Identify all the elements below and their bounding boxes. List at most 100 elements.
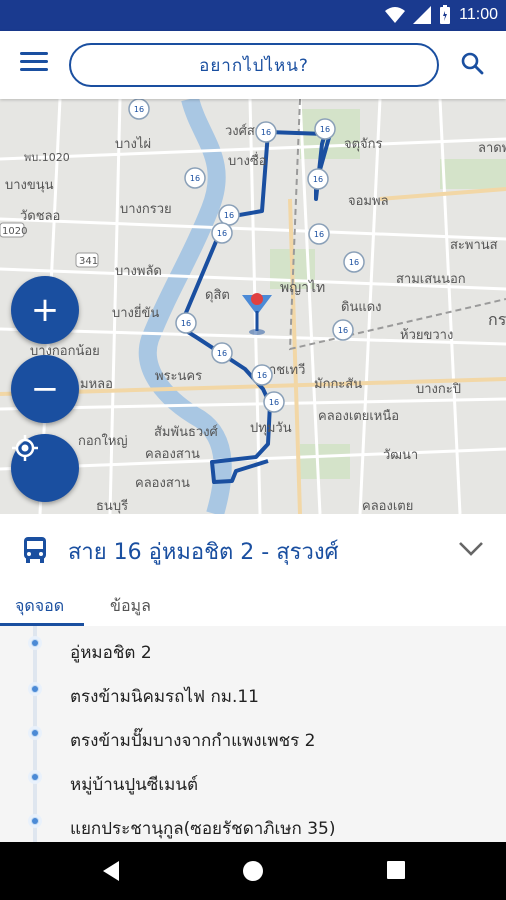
battery-icon <box>440 5 451 24</box>
minus-icon: − <box>30 369 60 409</box>
bus-stop-marker-icon[interactable]: 16 <box>255 121 277 143</box>
stop-list[interactable]: อู่หมอชิต 2 ตรงข้ามนิคมรถไฟ กม.11 ตรงข้า… <box>0 626 506 842</box>
app-bar: อยากไปไหน? <box>0 31 506 99</box>
map-park <box>440 159 506 189</box>
map-label: กอกใหญ่ <box>78 433 128 449</box>
bus-stop-marker-icon[interactable]: 16 <box>184 167 206 189</box>
list-item[interactable]: แยกประชานุกูล(ซอยรัชดาภิเษก 35) <box>0 802 506 842</box>
map-label: บางไผ่ <box>115 136 151 152</box>
bus-stop-marker-icon[interactable]: 16 <box>211 342 233 364</box>
tab-info[interactable]: ข้อมูล <box>110 594 151 619</box>
bus-stop-marker-icon[interactable]: 16 <box>332 319 354 341</box>
map-label: ลาดพ <box>478 141 506 156</box>
system-nav-bar <box>0 842 506 900</box>
status-bar: 11:00 <box>0 0 506 31</box>
map-label: พบ.1020 <box>24 151 70 164</box>
map-label: พระนคร <box>155 369 202 384</box>
search-placeholder: อยากไปไหน? <box>199 55 309 76</box>
status-time: 11:00 <box>459 6 498 23</box>
list-item[interactable]: อู่หมอชิต 2 <box>0 626 506 670</box>
bus-stop-number: 16 <box>190 174 200 183</box>
road-shields: 1020 341 <box>0 222 99 268</box>
status-icons: 11:00 <box>385 5 498 25</box>
bus-stop-marker-icon[interactable]: 16 <box>263 391 285 413</box>
bus-stop-number: 16 <box>349 258 359 267</box>
crosshair-icon <box>12 435 38 461</box>
back-icon[interactable] <box>101 860 121 882</box>
map-label: คลองสาน <box>135 476 190 491</box>
zoom-in-button[interactable]: + <box>11 276 79 344</box>
map-label: ธนบุรี <box>96 498 128 514</box>
stop-name: ตรงข้ามนิคมรถไฟ กม.11 <box>70 687 259 707</box>
stop-name: แยกประชานุกูล(ซอยรัชดาภิเษก 35) <box>70 819 336 839</box>
tab-stops[interactable]: จุดจอด <box>15 594 64 619</box>
road-shield-label: 1020 <box>2 226 27 237</box>
stop-dot-icon <box>28 682 42 696</box>
bus-stop-number: 16 <box>224 211 234 220</box>
bus-stop-number: 16 <box>181 319 191 328</box>
stop-dot-icon <box>28 770 42 784</box>
map-label: ดุสิต <box>205 288 230 303</box>
menu-button[interactable] <box>20 52 48 76</box>
hamburger-icon-line <box>20 52 48 55</box>
map-label: สะพานส <box>450 238 498 253</box>
map-label: บางกรวย <box>120 202 172 217</box>
destination-pin-icon[interactable] <box>242 293 272 335</box>
bus-stop-marker-icon[interactable]: 16 <box>175 312 197 334</box>
my-location-button[interactable] <box>11 434 79 502</box>
search-input[interactable]: อยากไปไหน? <box>69 43 439 87</box>
bus-stop-number: 16 <box>134 105 144 114</box>
stop-dot-icon <box>28 636 42 650</box>
map-label: บางพลัด <box>115 264 162 279</box>
map-label: จตุจักร <box>344 137 383 152</box>
chevron-down-icon[interactable] <box>458 540 484 558</box>
bus-stop-number: 16 <box>338 326 348 335</box>
map-label: จอมพล <box>348 194 389 209</box>
map-label: บางกะปิ <box>416 382 461 397</box>
bus-stop-marker-icon[interactable]: 16 <box>251 364 273 386</box>
list-item[interactable]: ตรงข้ามนิคมรถไฟ กม.11 <box>0 670 506 714</box>
map-label: ห้วยขวาง <box>400 328 453 343</box>
bus-stop-number: 16 <box>320 125 330 134</box>
map-label: บางขนุน <box>5 178 54 193</box>
map-label: สามเสนนอก <box>396 272 466 287</box>
bus-stop-number: 16 <box>261 128 271 137</box>
stop-dot-icon <box>28 814 42 828</box>
bus-stop-number: 16 <box>269 398 279 407</box>
list-item[interactable]: ตรงข้ามปั๊มบางจากกำแพงเพชร 2 <box>0 714 506 758</box>
signal-icon <box>413 6 432 24</box>
map-label: วัดชลอ <box>20 209 60 224</box>
stop-dot-icon <box>28 726 42 740</box>
map-view[interactable]: วงศ์สว่าง จตุจักร ลาดพ บางไผ่ บางซื่อ พบ… <box>0 99 506 514</box>
list-item[interactable]: หมู่บ้านปูนซีเมนต์ <box>0 758 506 802</box>
bus-stop-marker-icon[interactable]: 16 <box>343 251 365 273</box>
bus-stop-marker-icon[interactable]: 16 <box>308 223 330 245</box>
hamburger-icon-line <box>20 68 48 71</box>
route-title: สาย 16 อู่หมอชิต 2 - สุรวงศ์ <box>68 540 339 565</box>
hamburger-icon-line <box>20 60 48 63</box>
road-shield-label: 341 <box>79 256 98 267</box>
bus-stop-marker-icon[interactable]: 16 <box>218 204 240 226</box>
bus-stop-number: 16 <box>313 175 323 184</box>
bus-stop-marker-icon[interactable]: 16 <box>314 118 336 140</box>
zoom-out-button[interactable]: − <box>11 355 79 423</box>
map-label: บางซื่อ <box>228 152 267 169</box>
map-label: มหลอ <box>80 377 113 392</box>
home-icon[interactable] <box>242 860 264 882</box>
map-label: คลองสาน <box>145 447 200 462</box>
bus-stop-marker-icon[interactable]: 16 <box>128 99 150 120</box>
bus-stop-marker-icon[interactable]: 16 <box>211 222 233 244</box>
map-label: ดินแดง <box>341 300 382 315</box>
recents-icon[interactable] <box>386 860 406 880</box>
stop-name: อู่หมอชิต 2 <box>70 643 152 663</box>
route-header[interactable]: สาย 16 อู่หมอชิต 2 - สุรวงศ์ <box>0 514 506 584</box>
search-icon[interactable] <box>460 51 484 75</box>
bus-stop-marker-icon[interactable]: 16 <box>307 168 329 190</box>
bus-stop-number: 16 <box>217 229 227 238</box>
map-label: กร <box>488 310 506 329</box>
stop-name: หมู่บ้านปูนซีเมนต์ <box>70 775 198 795</box>
map-label: สัมพันธวงศ์ <box>154 424 219 440</box>
map-park <box>300 444 350 479</box>
map-label: บางยี่ขัน <box>112 304 159 321</box>
map-label: วัฒนา <box>383 448 418 463</box>
